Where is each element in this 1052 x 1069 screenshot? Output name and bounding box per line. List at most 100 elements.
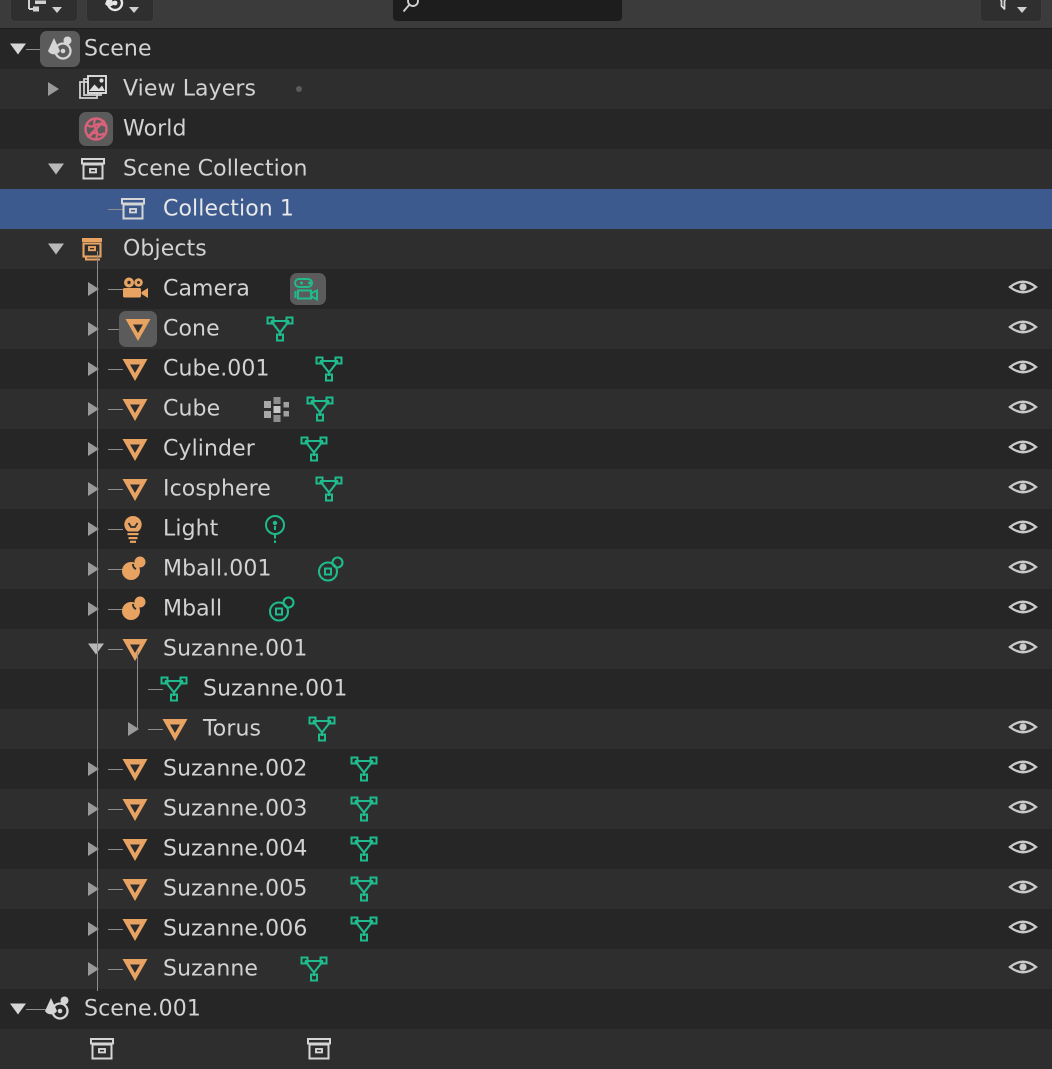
visibility-eye-icon[interactable] — [1008, 516, 1038, 542]
outliner-row[interactable]: Mball — [0, 589, 1052, 629]
camera-data-icon[interactable] — [290, 273, 326, 305]
mesh-data-icon[interactable] — [349, 915, 379, 943]
disclosure-triangle-collapsed[interactable] — [48, 82, 59, 96]
outliner-row[interactable]: Cone — [0, 309, 1052, 349]
visibility-eye-icon[interactable] — [1008, 756, 1038, 782]
mesh-data-icon[interactable] — [159, 675, 189, 703]
world-icon[interactable] — [79, 112, 113, 146]
visibility-eye-icon[interactable] — [1008, 596, 1038, 622]
view-layer-icon[interactable] — [296, 86, 302, 92]
visibility-eye-icon[interactable] — [1008, 956, 1038, 982]
outliner-row[interactable]: Scene.001 — [0, 989, 1052, 1029]
visibility-eye-icon[interactable] — [1008, 916, 1038, 942]
metaball-data-icon[interactable] — [267, 595, 297, 623]
mesh-object-icon[interactable] — [119, 914, 151, 944]
light-data-icon[interactable] — [262, 514, 288, 544]
objects-icon[interactable] — [79, 235, 107, 263]
outliner-row[interactable]: Scene Collection — [0, 149, 1052, 189]
collection-icon[interactable] — [305, 1035, 333, 1063]
collection-icon[interactable] — [119, 195, 147, 223]
mesh-data-icon[interactable] — [349, 795, 379, 823]
outliner-row[interactable]: Camera — [0, 269, 1052, 309]
filter-dropdown[interactable] — [980, 0, 1042, 22]
outliner-row[interactable]: Cylinder — [0, 429, 1052, 469]
scene-filter-dropdown[interactable] — [86, 0, 154, 22]
row-label: Mball.001 — [163, 556, 272, 582]
metaball-object-icon[interactable] — [119, 595, 149, 623]
mesh-data-icon[interactable] — [265, 315, 295, 343]
mesh-object-icon[interactable] — [119, 394, 151, 424]
outliner-row[interactable]: Suzanne.005 — [0, 869, 1052, 909]
outliner-row[interactable]: Icosphere — [0, 469, 1052, 509]
outliner-row[interactable]: Torus — [0, 709, 1052, 749]
mesh-object-icon[interactable] — [119, 311, 157, 347]
disclosure-triangle-expanded[interactable] — [48, 243, 64, 255]
outliner-row-partial[interactable] — [0, 1029, 1052, 1069]
mesh-object-icon[interactable] — [119, 434, 151, 464]
outliner-row[interactable]: View Layers — [0, 69, 1052, 109]
disclosure-triangle-expanded[interactable] — [88, 643, 104, 655]
disclosure-triangle-expanded[interactable] — [10, 43, 26, 55]
display-mode-dropdown[interactable] — [10, 0, 78, 22]
visibility-eye-icon[interactable] — [1008, 556, 1038, 582]
outliner-row[interactable]: Suzanne.002 — [0, 749, 1052, 789]
visibility-eye-icon[interactable] — [1008, 396, 1038, 422]
outliner-row[interactable]: Cube.001 — [0, 349, 1052, 389]
camera-icon[interactable] — [119, 275, 151, 303]
modifier-dots-icon[interactable] — [262, 395, 294, 423]
collection-icon[interactable] — [88, 1035, 116, 1063]
outliner-row[interactable]: Suzanne.003 — [0, 789, 1052, 829]
outliner-row[interactable]: Suzanne.001 — [0, 629, 1052, 669]
mesh-data-icon[interactable] — [314, 475, 344, 503]
visibility-eye-icon[interactable] — [1008, 316, 1038, 342]
disclosure-triangle-expanded[interactable] — [48, 163, 64, 175]
mesh-object-icon[interactable] — [119, 474, 151, 504]
mesh-data-icon[interactable] — [349, 755, 379, 783]
mesh-data-icon[interactable] — [314, 355, 344, 383]
metaball-data-icon[interactable] — [316, 555, 346, 583]
mesh-data-icon[interactable] — [299, 435, 329, 463]
mesh-object-icon[interactable] — [119, 794, 151, 824]
outliner-row[interactable]: Scene — [0, 29, 1052, 69]
light-object-icon[interactable] — [119, 514, 147, 544]
visibility-eye-icon[interactable] — [1008, 716, 1038, 742]
outliner-tree[interactable]: Scene View Layers World Scene Collection… — [0, 29, 1052, 1069]
visibility-eye-icon[interactable] — [1008, 436, 1038, 462]
outliner-row[interactable]: Light — [0, 509, 1052, 549]
visibility-eye-icon[interactable] — [1008, 476, 1038, 502]
visibility-eye-icon[interactable] — [1008, 636, 1038, 662]
mesh-data-icon[interactable] — [305, 395, 335, 423]
visibility-eye-icon[interactable] — [1008, 276, 1038, 302]
outliner-row[interactable]: Collection 1 — [0, 189, 1052, 229]
outliner-row[interactable]: Suzanne — [0, 949, 1052, 989]
mesh-data-icon[interactable] — [349, 875, 379, 903]
mesh-data-icon[interactable] — [349, 835, 379, 863]
mesh-object-icon[interactable] — [119, 354, 151, 384]
visibility-eye-icon[interactable] — [1008, 836, 1038, 862]
visibility-eye-icon[interactable] — [1008, 356, 1038, 382]
scene-icon[interactable] — [40, 994, 74, 1024]
mesh-object-icon[interactable] — [119, 754, 151, 784]
outliner-row[interactable]: Cube — [0, 389, 1052, 429]
outliner-row[interactable]: Mball.001 — [0, 549, 1052, 589]
outliner-row[interactable]: Suzanne.004 — [0, 829, 1052, 869]
mesh-object-icon[interactable] — [159, 714, 191, 744]
collection-icon[interactable] — [79, 155, 107, 183]
mesh-data-icon[interactable] — [307, 715, 337, 743]
outliner-row[interactable]: Suzanne.006 — [0, 909, 1052, 949]
mesh-data-icon[interactable] — [299, 955, 329, 983]
outliner-row[interactable]: World — [0, 109, 1052, 149]
mesh-object-icon[interactable] — [119, 874, 151, 904]
metaball-object-icon[interactable] — [119, 555, 149, 583]
outliner-row[interactable]: Suzanne.001 — [0, 669, 1052, 709]
mesh-object-icon[interactable] — [119, 834, 151, 864]
visibility-eye-icon[interactable] — [1008, 796, 1038, 822]
outliner-row[interactable]: Objects — [0, 229, 1052, 269]
mesh-object-icon[interactable] — [119, 954, 151, 984]
search-input[interactable] — [392, 0, 623, 22]
view-layers-icon[interactable] — [79, 74, 109, 104]
mesh-object-icon[interactable] — [119, 634, 151, 664]
scene-icon[interactable] — [40, 31, 80, 67]
disclosure-triangle-expanded[interactable] — [10, 1003, 26, 1015]
visibility-eye-icon[interactable] — [1008, 876, 1038, 902]
